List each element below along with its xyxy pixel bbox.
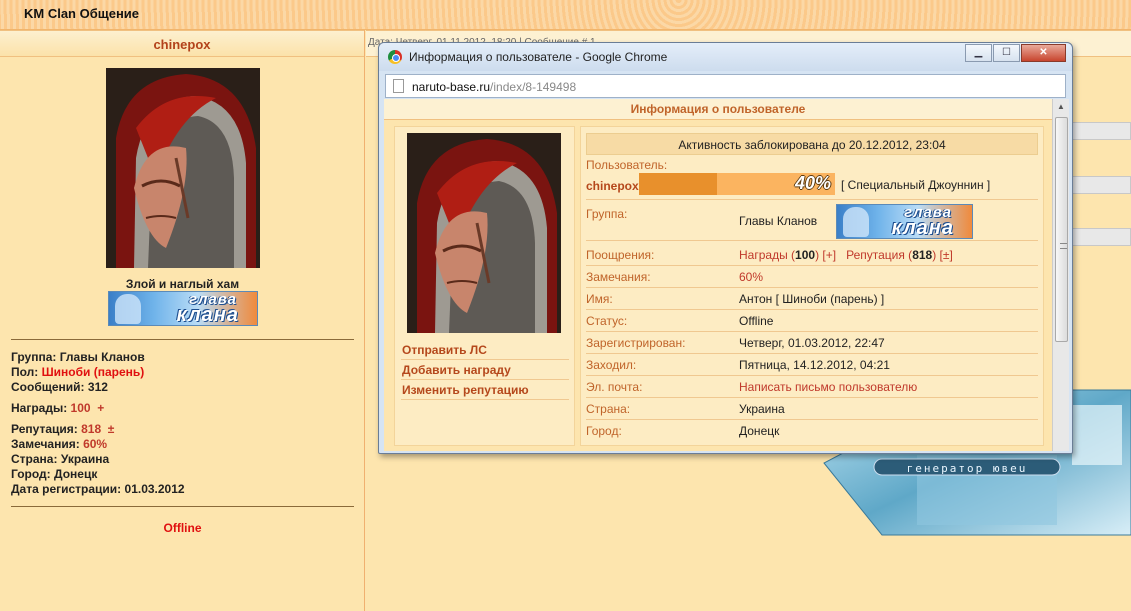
country-label: Страна: <box>586 402 631 416</box>
group-label: Группа: <box>586 207 628 221</box>
warnings-value[interactable]: 60% <box>739 270 763 284</box>
post-toolbar <box>1071 122 1131 140</box>
page-icon <box>393 79 404 93</box>
chrome-icon <box>388 50 402 64</box>
badge-figure-icon <box>115 294 141 324</box>
divider <box>586 375 1038 376</box>
badge-text-bottom: клана <box>176 304 239 326</box>
divider <box>11 339 354 340</box>
rank-badge: глава клана <box>836 204 973 239</box>
email-link[interactable]: Написать письмо пользователю <box>739 380 917 394</box>
divider <box>586 331 1038 332</box>
divider <box>586 287 1038 288</box>
username-bar: chinepox <box>0 30 364 57</box>
divider <box>586 419 1038 420</box>
reputation-link[interactable]: 818 <box>81 422 101 436</box>
username-link[interactable]: chinepox <box>153 37 210 52</box>
add-award-button[interactable]: + <box>97 401 104 415</box>
avatar <box>106 68 260 268</box>
registered-label: Зарегистрирован: <box>586 336 686 350</box>
user-quote: Злой и наглый хам <box>125 277 240 291</box>
last-visit-label: Заходил: <box>586 358 637 372</box>
rank-name: [ Специальный Джоуннин ] <box>841 178 991 192</box>
awards-link[interactable]: Награды (100) [+] <box>739 248 836 262</box>
rank-badge: глава клана <box>108 291 258 326</box>
user-actions: Отправить ЛС Добавить награду Изменить р… <box>401 340 569 400</box>
user-profile-panel: chinepox Злой и наглый хам глава клана Г… <box>0 30 365 611</box>
popup-header-title: Информация о пользователе <box>630 102 806 116</box>
gender-link[interactable]: Шиноби (парень) <box>42 365 145 379</box>
warnings-label: Замечания: <box>586 270 651 284</box>
status-badge: Offline <box>163 521 202 535</box>
status-label: Статус: <box>586 314 628 328</box>
email-label: Эл. почта: <box>586 380 643 394</box>
maximize-button[interactable]: ☐ <box>993 44 1020 62</box>
forum-header: KM Clan Общение <box>0 0 1131 30</box>
change-reputation-link[interactable]: Изменить репутацию <box>401 380 569 400</box>
incentives-label: Поощрения: <box>586 248 655 262</box>
divider <box>586 309 1038 310</box>
divider <box>586 265 1038 266</box>
window-title: Информация о пользователе - Google Chrom… <box>409 50 668 64</box>
change-reputation-button[interactable]: ± <box>108 422 115 436</box>
forum-title: KM Clan Общение <box>24 6 140 21</box>
send-pm-link[interactable]: Отправить ЛС <box>401 340 569 360</box>
divider <box>586 397 1038 398</box>
country-value: Украина <box>739 402 785 416</box>
avatar <box>407 133 561 333</box>
group-info: Группа: Главы Кланов <box>11 350 145 364</box>
posts-info: Сообщений: 312 <box>11 380 108 394</box>
browser-popup-window: Информация о пользователе - Google Chrom… <box>378 42 1073 454</box>
window-titlebar[interactable]: Информация о пользователе - Google Chrom… <box>379 43 1072 71</box>
scrollbar-thumb[interactable] <box>1055 117 1068 342</box>
last-visit-value: Пятница, 14.12.2012, 04:21 <box>739 358 890 372</box>
gender-info: Пол: Шиноби (парень) <box>11 365 145 379</box>
address-bar[interactable]: naruto-base.ru/index/8-149498 <box>385 74 1066 98</box>
avatar-column: Отправить ЛС Добавить награду Изменить р… <box>394 126 575 446</box>
divider <box>586 240 1038 241</box>
awards-info: Награды: 100 + <box>11 401 105 415</box>
rank-progress-bar: 40% <box>639 173 835 195</box>
warnings-link[interactable]: 60% <box>83 437 107 451</box>
city-label: Город: <box>586 424 622 438</box>
post-toolbar <box>1071 228 1131 246</box>
scrollbar[interactable]: ▲ <box>1052 99 1069 451</box>
divider <box>586 199 1038 200</box>
group-value: Главы Кланов <box>739 214 818 228</box>
country-info: Страна: Украина <box>11 452 110 466</box>
badge-figure-icon <box>843 207 869 237</box>
name-label: Имя: <box>586 292 613 306</box>
user-label: Пользователь: <box>586 158 668 172</box>
divider <box>586 353 1038 354</box>
popup-content: Информация о пользователе Отправить ЛС Д… <box>384 99 1069 451</box>
collage-text: генератор ювеu <box>907 462 1028 475</box>
badge-text-bottom: клана <box>891 217 954 239</box>
registered-value: Четверг, 01.03.2012, 22:47 <box>739 336 885 350</box>
username-text: chinepox <box>586 179 639 193</box>
scroll-up-icon[interactable]: ▲ <box>1057 102 1065 111</box>
window-controls: ▁ ☐ ✕ <box>964 44 1066 62</box>
awards-link[interactable]: 100 <box>71 401 91 415</box>
add-award-link[interactable]: Добавить награду <box>401 360 569 380</box>
progress-fill <box>639 173 718 195</box>
minimize-button[interactable]: ▁ <box>965 44 992 62</box>
warnings-info: Замечания: 60% <box>11 437 108 451</box>
city-info: Город: Донецк <box>11 467 98 481</box>
reputation-info: Репутация: 818 ± <box>11 422 115 436</box>
url-text[interactable]: naruto-base.ru/index/8-149498 <box>412 80 576 94</box>
popup-header: Информация о пользователе <box>384 99 1052 120</box>
reputation-link[interactable]: Репутация (818) [±] <box>846 248 953 262</box>
name-value: Антон [ Шиноби (парень) ] <box>739 292 885 306</box>
status-value: Offline <box>739 314 774 328</box>
close-button[interactable]: ✕ <box>1021 44 1066 62</box>
info-column: Активность заблокирована до 20.12.2012, … <box>580 126 1044 446</box>
incentives-value: Награды (100) [+] Репутация (818) [±] <box>739 248 953 262</box>
city-value: Донецк <box>739 424 780 438</box>
progress-percent: 40% <box>794 173 831 193</box>
post-toolbar <box>1071 176 1131 194</box>
regdate-info: Дата регистрации: 01.03.2012 <box>11 482 185 496</box>
blocked-notice: Активность заблокирована до 20.12.2012, … <box>586 133 1038 155</box>
divider <box>11 506 354 507</box>
